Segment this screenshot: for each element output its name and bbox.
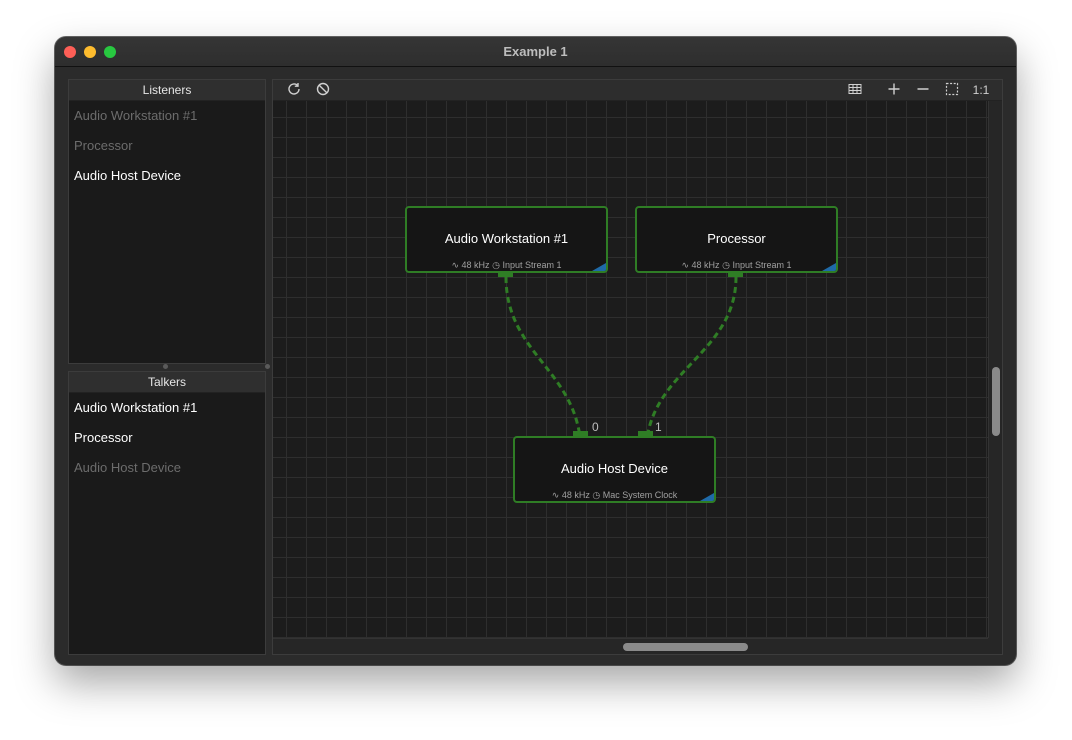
input-port-label-1: 1: [655, 420, 662, 434]
node-processor[interactable]: Processor ∿ 48 kHz ◷ Input Stream 1: [635, 206, 838, 273]
sample-rate: 48 kHz: [461, 260, 490, 270]
refresh-icon[interactable]: [285, 81, 303, 99]
horizontal-scrollbar[interactable]: [273, 638, 988, 654]
sample-rate-icon: ∿: [681, 260, 690, 270]
node-badge: [822, 263, 836, 271]
graph-grid[interactable]: Audio Workstation #1 ∿ 48 kHz ◷ Input St…: [273, 101, 988, 638]
zoom-reset-button[interactable]: 1:1: [971, 81, 991, 99]
clock-source: Input Stream 1: [502, 260, 562, 270]
fit-selection-icon[interactable]: [943, 81, 961, 99]
app-window: Example 1 Listeners Audio Workstation #1…: [55, 37, 1016, 665]
window-title: Example 1: [503, 44, 568, 59]
node-title: Audio Workstation #1: [444, 231, 569, 246]
node-badge: [700, 493, 714, 501]
listeners-header: Listeners: [69, 80, 265, 101]
listener-item-audio-host-device[interactable]: Audio Host Device: [69, 161, 265, 191]
vertical-scroll-thumb[interactable]: [992, 367, 1000, 436]
node-status: ∿ 48 kHz ◷ Input Stream 1: [407, 260, 606, 271]
grid-icon[interactable]: [846, 81, 864, 99]
connections-layer: [504, 276, 738, 454]
title-bar: Example 1: [55, 37, 1016, 67]
cancel-icon[interactable]: [314, 81, 332, 99]
talker-item-audio-host-device[interactable]: Audio Host Device: [69, 453, 265, 483]
clock-source: Input Stream 1: [732, 260, 792, 270]
scroll-corner: [988, 638, 1002, 654]
listener-item-audio-workstation[interactable]: Audio Workstation #1: [69, 101, 265, 131]
graph-toolbar: 1:1: [273, 80, 1002, 101]
clock-icon: ◷: [722, 260, 730, 270]
listeners-panel: Listeners Audio Workstation #1 Processor…: [68, 79, 266, 364]
clock-source: Mac System Clock: [602, 490, 678, 500]
node-audio-host-device[interactable]: Audio Host Device ∿ 48 kHz ◷ Mac System …: [513, 436, 716, 503]
listener-item-processor[interactable]: Processor: [69, 131, 265, 161]
horizontal-scroll-thumb[interactable]: [623, 643, 748, 651]
zoom-in-icon[interactable]: [885, 81, 903, 99]
output-port[interactable]: [728, 271, 743, 277]
vertical-scrollbar[interactable]: [988, 101, 1002, 638]
connection-aw1-to-host-0: [504, 276, 583, 454]
output-port[interactable]: [498, 271, 513, 277]
talker-item-audio-workstation[interactable]: Audio Workstation #1: [69, 393, 265, 423]
node-audio-workstation[interactable]: Audio Workstation #1 ∿ 48 kHz ◷ Input St…: [405, 206, 608, 273]
graph-canvas: 1:1 Audio Workstation #1 ∿ 48 kHz ◷ Inpu…: [272, 79, 1003, 655]
talkers-panel: Talkers Audio Workstation #1 Processor A…: [68, 371, 266, 655]
clock-icon: ◷: [492, 260, 500, 270]
sample-rate: 48 kHz: [561, 490, 590, 500]
sample-rate-icon: ∿: [551, 490, 560, 500]
sample-rate-icon: ∿: [451, 260, 460, 270]
node-title: Audio Host Device: [561, 461, 668, 476]
node-status: ∿ 48 kHz ◷ Mac System Clock: [515, 490, 714, 501]
node-badge: [592, 263, 606, 271]
talkers-header: Talkers: [69, 372, 265, 393]
input-port-label-0: 0: [592, 420, 599, 434]
node-title: Processor: [707, 231, 766, 246]
clock-icon: ◷: [592, 490, 601, 500]
talker-item-processor[interactable]: Processor: [69, 423, 265, 453]
zoom-out-icon[interactable]: [914, 81, 932, 99]
node-status: ∿ 48 kHz ◷ Input Stream 1: [637, 260, 836, 271]
split-handle-icon[interactable]: [265, 364, 270, 369]
sample-rate: 48 kHz: [691, 260, 720, 270]
split-handle-icon[interactable]: [163, 364, 168, 369]
